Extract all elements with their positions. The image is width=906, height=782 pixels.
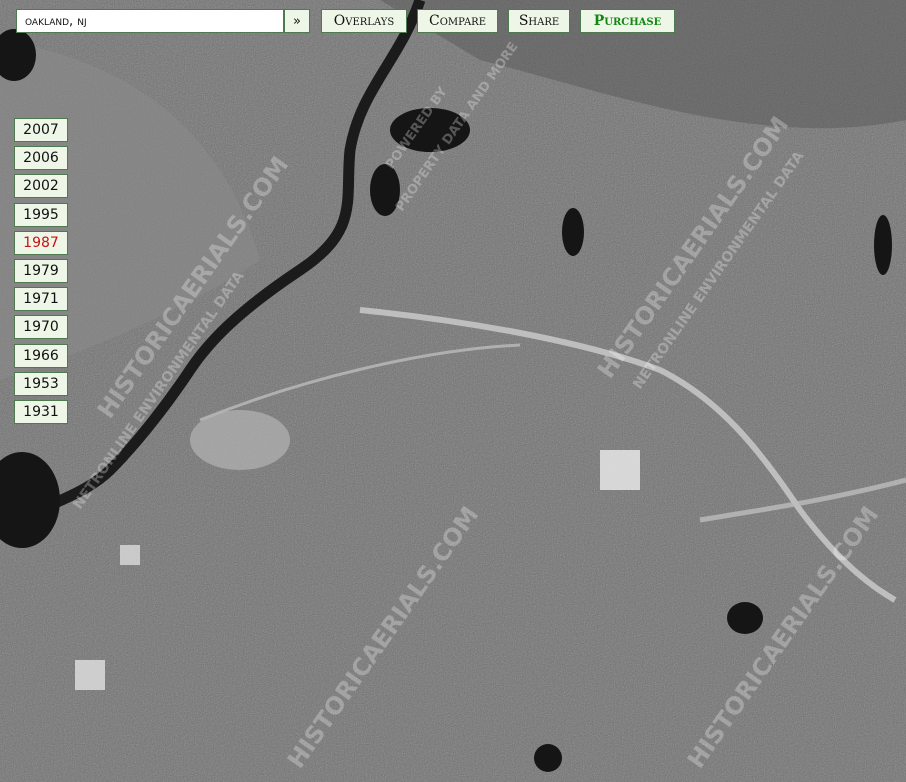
building <box>600 450 640 490</box>
overlays-button[interactable]: Overlays <box>321 9 407 33</box>
purchase-button[interactable]: Purchase <box>580 9 675 33</box>
year-button[interactable]: 1966 <box>14 343 68 368</box>
year-button[interactable]: 1995 <box>14 202 68 227</box>
building <box>75 660 105 690</box>
share-button[interactable]: Share <box>508 9 570 33</box>
building <box>120 545 140 565</box>
aerial-map[interactable]: HISTORICAERIALS.COM NETRONLINE ENVIRONME… <box>0 0 906 782</box>
compare-button[interactable]: Compare <box>417 9 498 33</box>
year-button[interactable]: 2007 <box>14 118 68 142</box>
lake <box>727 602 763 634</box>
year-selector: 2007 2006 2002 1995 1987 1979 1971 1970 … <box>14 118 68 428</box>
year-button-selected[interactable]: 1987 <box>14 230 68 255</box>
year-button[interactable]: 1971 <box>14 287 68 312</box>
location-search-input[interactable] <box>16 9 284 33</box>
lake <box>562 208 584 256</box>
year-button[interactable]: 1953 <box>14 371 68 396</box>
lake <box>534 744 562 772</box>
year-button[interactable]: 2006 <box>14 146 68 171</box>
field <box>190 410 290 470</box>
year-button[interactable]: 1970 <box>14 315 68 340</box>
lake <box>874 215 892 275</box>
year-button[interactable]: 1979 <box>14 258 68 283</box>
year-button[interactable]: 2002 <box>14 174 68 199</box>
year-button[interactable]: 1931 <box>14 399 68 424</box>
search-go-button[interactable]: » <box>284 9 310 33</box>
